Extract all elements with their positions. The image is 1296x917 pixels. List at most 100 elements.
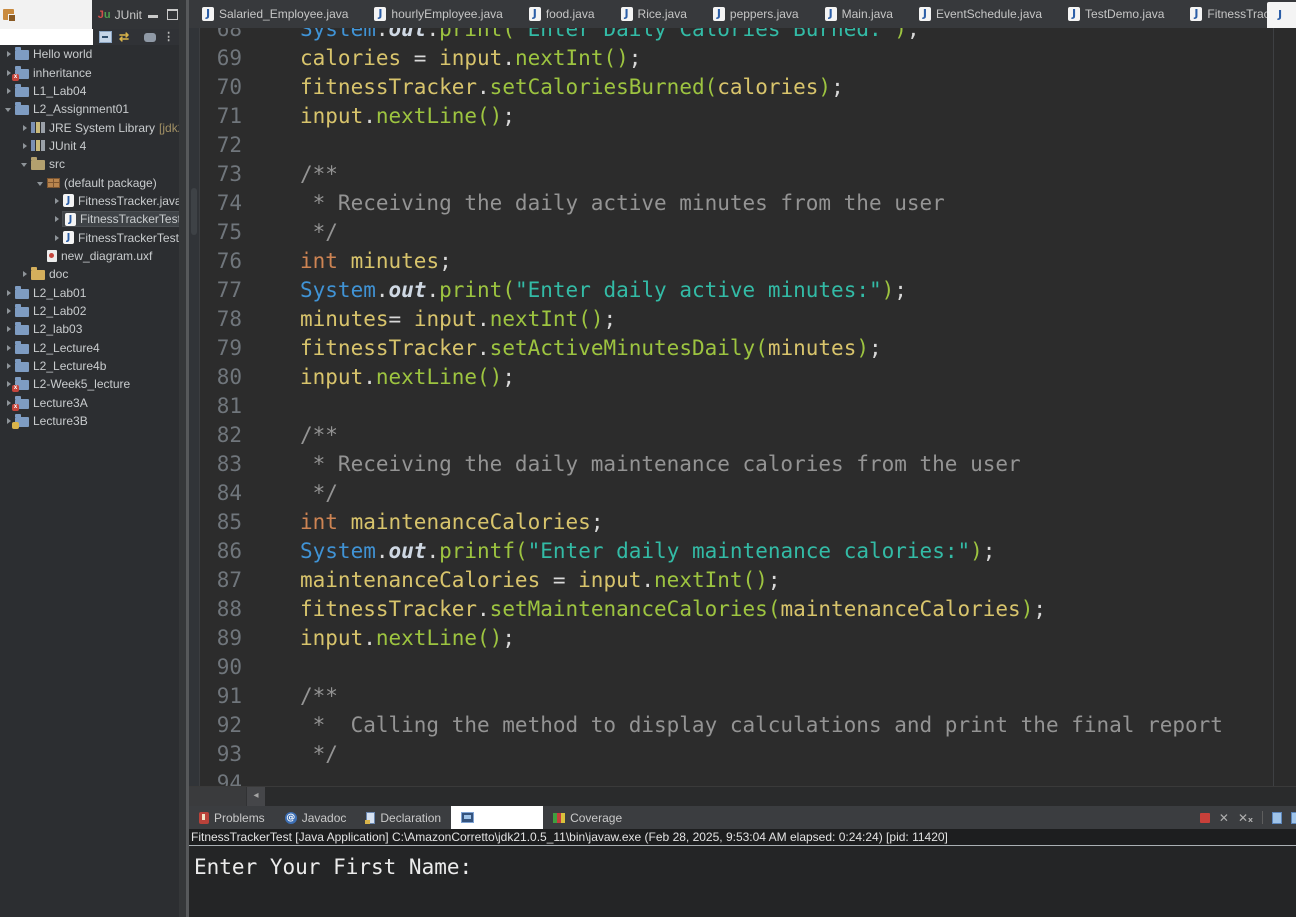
tree-item-l2-week5-lecture[interactable]: xL2-Week5_lecture [0, 375, 179, 393]
console-tab-javadoc[interactable]: Javadoc [275, 806, 357, 829]
chevron-collapsed-icon[interactable] [4, 82, 15, 100]
tree-item-l2-lab03[interactable]: L2_lab03 [0, 320, 179, 338]
tree-item-l2-assignment01[interactable]: L2_Assignment01 [0, 100, 179, 118]
chevron-collapsed-icon[interactable] [4, 339, 15, 357]
code-line[interactable]: 88fitnessTracker.setMaintenanceCalories(… [189, 595, 1296, 624]
code-line[interactable]: 72 [189, 131, 1296, 160]
minimize-view-icon[interactable] [148, 15, 158, 18]
horizontal-scrollbar[interactable]: ◂ [189, 786, 1296, 806]
tree-item-src[interactable]: src [0, 155, 179, 173]
code-line[interactable]: 94 [189, 769, 1296, 786]
chevron-expanded-icon[interactable] [36, 174, 47, 192]
editor-tab-testdemo-java[interactable]: TestDemo.java [1055, 0, 1177, 28]
code-line[interactable]: 85int maintenanceCalories; [189, 508, 1296, 537]
chevron-collapsed-icon[interactable] [52, 192, 63, 210]
code-line[interactable]: 77System.out.print("Enter daily active m… [189, 276, 1296, 305]
link-with-editor-icon[interactable]: ⇄ [119, 31, 129, 43]
code-line[interactable]: 75 */ [189, 218, 1296, 247]
maximize-view-icon[interactable] [167, 9, 178, 20]
tree-item-l2-lecture4[interactable]: L2_Lecture4 [0, 339, 179, 357]
code-line[interactable]: 80input.nextLine(); [189, 363, 1296, 392]
scroll-left-arrow[interactable]: ◂ [247, 787, 265, 806]
remove-all-terminated-icon[interactable]: ✕ₓ [1238, 812, 1253, 824]
chevron-collapsed-icon[interactable] [20, 265, 31, 283]
code-line[interactable]: 83 * Receiving the daily maintenance cal… [189, 450, 1296, 479]
tree-item-fitnesstrackertest2-java[interactable]: FitnessTrackerTest2.java [0, 228, 179, 246]
explorer-filter-box[interactable] [0, 29, 93, 45]
tree-item-doc[interactable]: doc [0, 265, 179, 283]
tree-item-lecture3b[interactable]: Lecture3B [0, 412, 179, 430]
code-line[interactable]: 70fitnessTracker.setCaloriesBurned(calor… [189, 73, 1296, 102]
editor-tab-salaried-employee-java[interactable]: Salaried_Employee.java [189, 0, 361, 28]
editor-tab-active[interactable] [1267, 2, 1296, 28]
code-line[interactable]: 76int minutes; [189, 247, 1296, 276]
collapse-all-icon[interactable] [99, 31, 112, 43]
editor-tab-rice-java[interactable]: Rice.java [608, 0, 700, 28]
console-output[interactable]: Enter Your First Name: [189, 846, 1296, 881]
editor-tab-food-java[interactable]: food.java [516, 0, 608, 28]
code-line[interactable]: 73/** [189, 160, 1296, 189]
chevron-collapsed-icon[interactable] [20, 137, 31, 155]
tree-item-jre-system-library-[interactable]: JRE System Library [jdk21.0 [0, 118, 179, 136]
code-line[interactable]: 92 * Calling the method to display calcu… [189, 711, 1296, 740]
tree-item--default-package-[interactable]: (default package) [0, 173, 179, 191]
code-line[interactable]: 93 */ [189, 740, 1296, 769]
code-line[interactable]: 74 * Receiving the daily active minutes … [189, 189, 1296, 218]
chevron-expanded-icon[interactable] [4, 100, 15, 118]
chevron-collapsed-icon[interactable] [4, 320, 15, 338]
chevron-expanded-icon[interactable] [20, 155, 31, 173]
code-line[interactable]: 71input.nextLine(); [189, 102, 1296, 131]
tree-item-fitnesstracker-java[interactable]: FitnessTracker.java [0, 192, 179, 210]
code-line[interactable]: 86System.out.printf("Enter daily mainten… [189, 537, 1296, 566]
tree-item-new-diagram-uxf[interactable]: new_diagram.uxf [0, 247, 179, 265]
remove-launch-icon[interactable]: ✕ [1219, 812, 1229, 824]
tree-item-l2-lecture4b[interactable]: L2_Lecture4b [0, 357, 179, 375]
chevron-collapsed-icon[interactable] [4, 302, 15, 320]
chevron-collapsed-icon[interactable] [4, 357, 15, 375]
editor-tab-hourlyemployee-java[interactable]: hourlyEmployee.java [361, 0, 515, 28]
console-tab-console[interactable] [451, 806, 543, 829]
console-tab-declaration[interactable]: Declaration [356, 806, 451, 829]
code-line[interactable]: 69calories = input.nextInt(); [189, 44, 1296, 73]
filter-icon[interactable] [144, 33, 156, 42]
junit-tab[interactable]: Ju JUnit [92, 0, 148, 29]
view-menu-icon[interactable]: ⋮ [163, 31, 174, 43]
code-line[interactable]: 68System.out.print("Enter Daily Calories… [189, 28, 1296, 44]
tree-item-hello-world[interactable]: Hello world [0, 45, 179, 63]
chevron-collapsed-icon[interactable] [52, 229, 63, 247]
tree-item-l2-lab01[interactable]: L2_Lab01 [0, 283, 179, 301]
code-line[interactable]: 89input.nextLine(); [189, 624, 1296, 653]
code-line[interactable]: 78minutes= input.nextInt(); [189, 305, 1296, 334]
overview-ruler[interactable] [1273, 28, 1296, 786]
sidebar-scrollbar[interactable] [179, 0, 186, 917]
console-tab-problems[interactable]: Problems [189, 806, 275, 829]
chevron-collapsed-icon[interactable] [4, 284, 15, 302]
console-tab-coverage[interactable]: Coverage [543, 806, 632, 829]
chevron-collapsed-icon[interactable] [52, 210, 63, 228]
scrollbar-track[interactable] [265, 787, 1296, 806]
editor-tab-peppers-java[interactable]: peppers.java [700, 0, 812, 28]
token-pln: . [477, 307, 490, 331]
tree-item-inheritance[interactable]: xinheritance [0, 63, 179, 81]
code-line[interactable]: 91/** [189, 682, 1296, 711]
code-line[interactable]: 84 */ [189, 479, 1296, 508]
code-line[interactable]: 90 [189, 653, 1296, 682]
tree-item-lecture3a[interactable]: xLecture3A [0, 394, 179, 412]
tree-item-l1-lab04[interactable]: L1_Lab04 [0, 82, 179, 100]
package-explorer-tab[interactable] [0, 0, 92, 29]
chevron-collapsed-icon[interactable] [4, 45, 15, 63]
tree-item-l2-lab02[interactable]: L2_Lab02 [0, 302, 179, 320]
terminate-icon[interactable] [1200, 813, 1210, 823]
code-line[interactable]: 87maintenanceCalories = input.nextInt(); [189, 566, 1296, 595]
editor-tab-main-java[interactable]: Main.java [812, 0, 906, 28]
code-line[interactable]: 82/** [189, 421, 1296, 450]
chevron-collapsed-icon[interactable] [20, 119, 31, 137]
open-console-icon[interactable] [1272, 812, 1282, 824]
code-line[interactable]: 81 [189, 392, 1296, 421]
code-editor[interactable]: 68System.out.print("Enter Daily Calories… [189, 28, 1296, 786]
pin-console-icon[interactable] [1291, 812, 1296, 824]
editor-tab-eventschedule-java[interactable]: EventSchedule.java [906, 0, 1055, 28]
code-line[interactable]: 79fitnessTracker.setActiveMinutesDaily(m… [189, 334, 1296, 363]
tree-item-junit-4[interactable]: JUnit 4 [0, 137, 179, 155]
tree-item-fitnesstrackertest-java[interactable]: FitnessTrackerTest.java [0, 210, 179, 228]
